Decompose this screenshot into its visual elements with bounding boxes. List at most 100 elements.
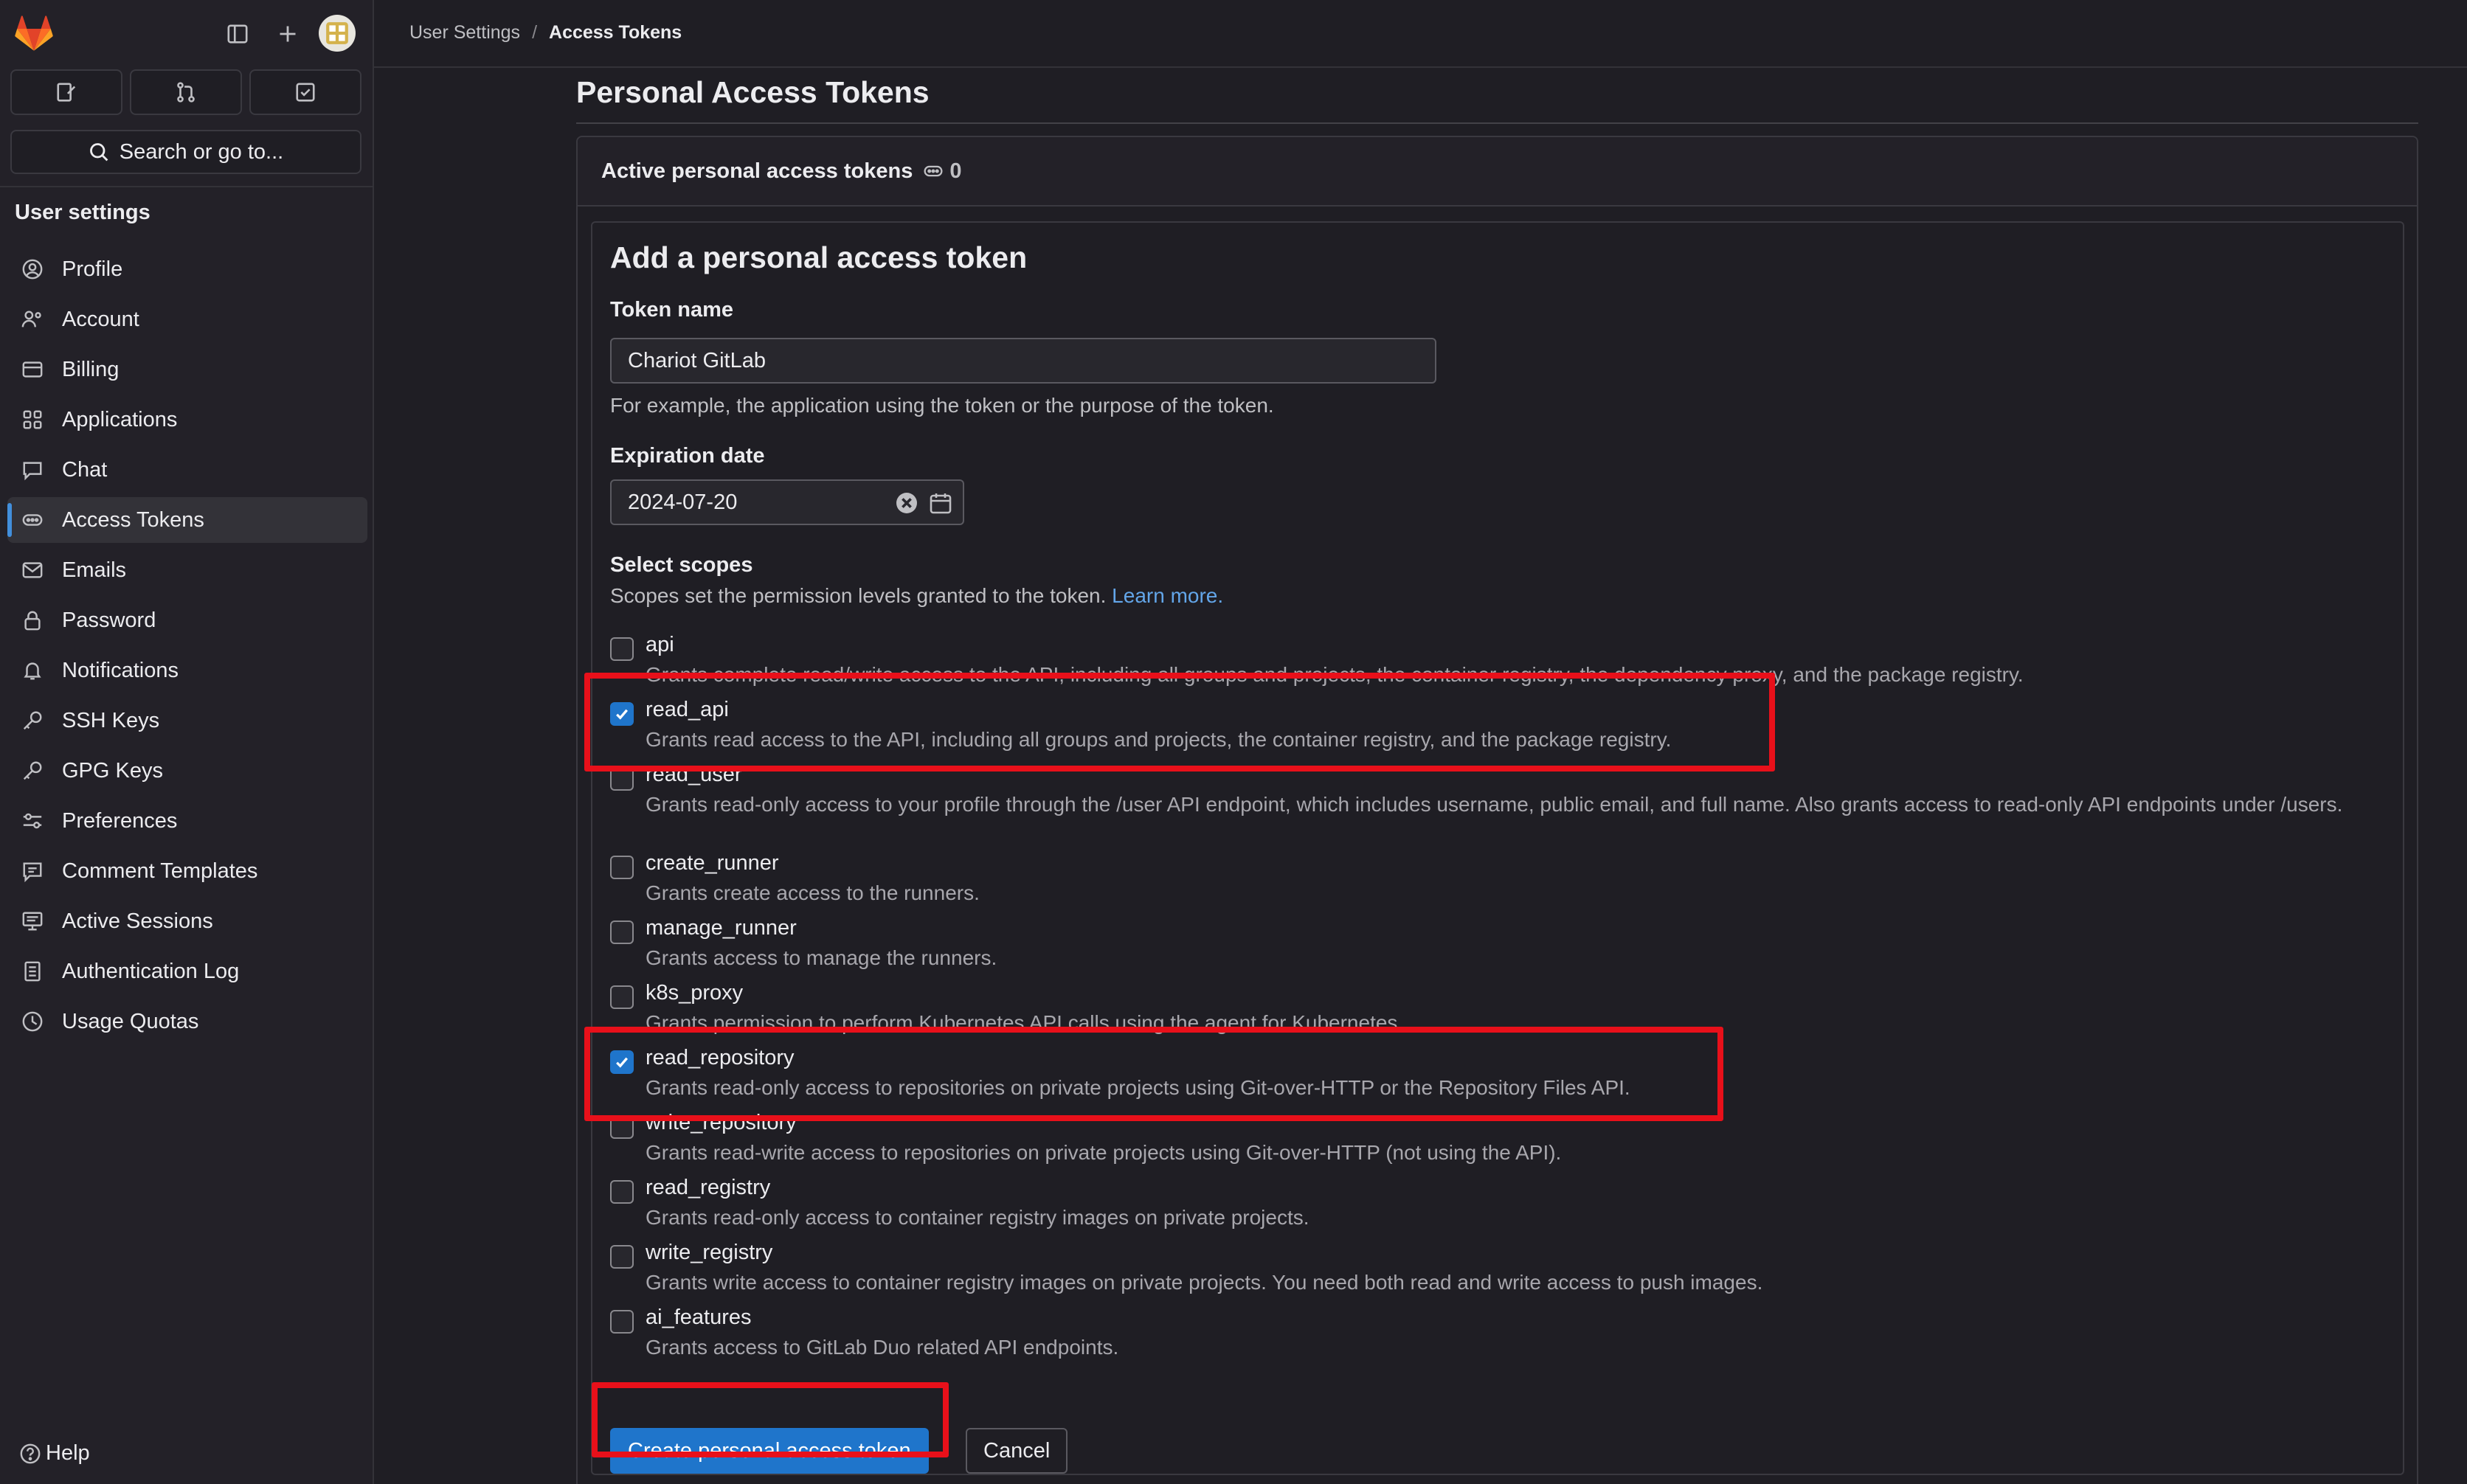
search-button[interactable]: Search or go to...	[10, 130, 361, 174]
checkmark-icon	[616, 709, 629, 720]
scope-description: Grants permission to perform Kubernetes …	[646, 1011, 1404, 1034]
search-icon	[89, 143, 108, 162]
active-tokens-count: 0	[923, 159, 961, 184]
applications-icon	[19, 406, 46, 433]
key-icon	[19, 757, 46, 784]
scope-checkbox[interactable]	[610, 1180, 634, 1204]
sidebar-item-label: Preferences	[62, 808, 178, 833]
sidebar-item-access-tokens[interactable]: Access Tokens	[7, 497, 367, 543]
user-avatar[interactable]	[319, 15, 356, 52]
account-icon	[19, 306, 46, 333]
issues-icon	[57, 83, 76, 102]
sidebar-item-emails[interactable]: Emails	[7, 547, 367, 593]
scope-name: read_user	[646, 763, 742, 786]
cancel-button[interactable]: Cancel	[966, 1428, 1068, 1474]
quota-icon	[19, 1008, 46, 1035]
scope-description: Grants read-only access to your profile …	[646, 793, 2343, 816]
sidebar-item-notifications[interactable]: Notifications	[7, 648, 367, 693]
sidebar-item-label: Notifications	[62, 658, 179, 682]
sidebar-item-profile[interactable]: Profile	[7, 246, 367, 292]
sidebar-item-gpg-keys[interactable]: GPG Keys	[7, 748, 367, 794]
sidebar-item-authentication-log[interactable]: Authentication Log	[7, 949, 367, 994]
gitlab-logo-icon[interactable]	[13, 13, 55, 55]
create-token-button[interactable]: Create personal access token	[610, 1428, 929, 1474]
scope-checkbox[interactable]	[610, 985, 634, 1009]
scope-checkbox[interactable]	[610, 1245, 634, 1269]
comment-icon	[19, 858, 46, 884]
breadcrumb-user-settings[interactable]: User Settings	[409, 22, 520, 44]
scope-name: manage_runner	[646, 916, 797, 940]
scope-checkbox[interactable]	[610, 1310, 634, 1334]
preferences-icon	[19, 808, 46, 834]
merge-requests-button[interactable]	[130, 69, 242, 115]
help-button[interactable]: Help	[19, 1441, 90, 1466]
scope-description: Grants read access to the API, including…	[646, 728, 1672, 751]
mail-icon	[19, 557, 46, 583]
expiration-date-value: 2024-07-20	[628, 490, 738, 514]
scope-checkbox[interactable]	[610, 1115, 634, 1139]
add-token-form: Add a personal access token Token name C…	[591, 221, 2404, 1475]
scope-name: k8s_proxy	[646, 981, 744, 1005]
sidebar-item-label: Access Tokens	[62, 507, 204, 532]
scope-description: Grants create access to the runners.	[646, 881, 980, 904]
scope-checkbox[interactable]	[610, 702, 634, 726]
active-tokens-label: Active personal access tokens	[601, 159, 913, 183]
sidebar-item-password[interactable]: Password	[7, 597, 367, 643]
sidebar-item-applications[interactable]: Applications	[7, 397, 367, 443]
learn-more-link[interactable]: Learn more.	[1112, 584, 1223, 607]
expiration-date-input[interactable]: 2024-07-20	[610, 479, 964, 525]
sidebar-item-usage-quotas[interactable]: Usage Quotas	[7, 999, 367, 1044]
scope-name: read_registry	[646, 1176, 771, 1199]
issues-button[interactable]	[10, 69, 122, 115]
sidebar-item-label: Account	[62, 307, 139, 331]
bell-icon	[19, 657, 46, 684]
count-value: 0	[949, 159, 962, 183]
plus-icon[interactable]	[270, 16, 305, 52]
tokens-card-header: Active personal access tokens 0	[578, 137, 2417, 207]
sidebar-heading: User settings	[15, 201, 150, 224]
sidebar-item-billing[interactable]: Billing	[7, 347, 367, 392]
merge-request-icon	[177, 82, 195, 103]
toggle-sidebar-icon[interactable]	[220, 16, 255, 52]
search-label: Search or go to...	[119, 139, 284, 164]
todo-icon	[296, 83, 315, 102]
sidebar-item-label: Active Sessions	[62, 909, 213, 933]
scope-description: Grants complete read/write access to the…	[646, 663, 2024, 686]
title-divider	[576, 122, 2418, 124]
sidebar-item-chat[interactable]: Chat	[7, 447, 367, 493]
scope-name: read_repository	[646, 1046, 795, 1069]
scope-checkbox[interactable]	[610, 637, 634, 661]
breadcrumb-access-tokens[interactable]: Access Tokens	[549, 22, 682, 44]
key-icon	[19, 707, 46, 734]
monitor-icon	[19, 908, 46, 935]
tokens-card: Active personal access tokens 0 Add a pe…	[576, 136, 2418, 1484]
token-name-input[interactable]: Chariot GitLab	[610, 338, 1436, 384]
sidebar-item-label: Usage Quotas	[62, 1009, 199, 1033]
sidebar-item-account[interactable]: Account	[7, 297, 367, 342]
checkmark-icon	[616, 1057, 629, 1068]
clear-date-icon[interactable]	[895, 491, 918, 515]
scope-checkbox[interactable]	[610, 1050, 634, 1074]
sidebar-divider	[0, 186, 373, 187]
scope-description: Grants write access to container registr…	[646, 1271, 1763, 1294]
sidebar-item-active-sessions[interactable]: Active Sessions	[7, 898, 367, 944]
sidebar-item-preferences[interactable]: Preferences	[7, 798, 367, 844]
scope-name: write_registry	[646, 1241, 773, 1264]
sidebar-nav: Profile Account Billing Applications Cha…	[7, 246, 367, 1049]
scope-name: api	[646, 633, 674, 656]
log-icon	[19, 958, 46, 985]
todo-button[interactable]	[249, 69, 361, 115]
select-scopes-label: Select scopes	[610, 553, 753, 577]
scope-checkbox[interactable]	[610, 920, 634, 944]
scope-description: Grants read-write access to repositories…	[646, 1141, 1562, 1164]
top-bar: User Settings / Access Tokens	[374, 0, 2467, 68]
calendar-icon[interactable]	[929, 491, 952, 515]
sidebar-item-ssh-keys[interactable]: SSH Keys	[7, 698, 367, 743]
scopes-help: Scopes set the permission levels granted…	[610, 584, 1223, 608]
sidebar-item-label: Authentication Log	[62, 959, 240, 983]
sidebar-item-comment-templates[interactable]: Comment Templates	[7, 848, 367, 894]
sidebar-item-label: Applications	[62, 407, 178, 431]
scope-checkbox[interactable]	[610, 767, 634, 791]
scope-checkbox[interactable]	[610, 856, 634, 879]
breadcrumb-separator: /	[532, 22, 538, 43]
